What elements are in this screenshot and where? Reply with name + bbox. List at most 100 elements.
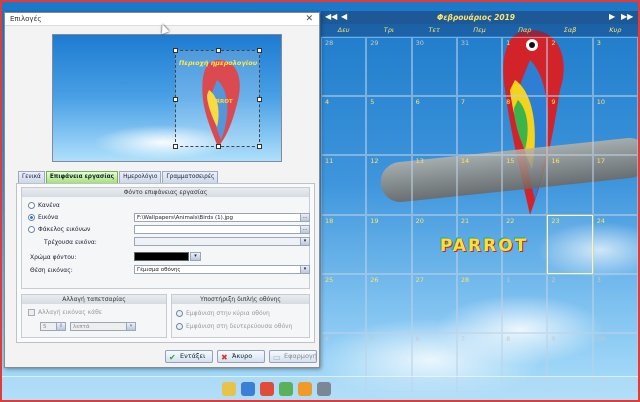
resize-handle[interactable] [173,144,178,149]
calendar-day-cell[interactable]: 28 [456,273,503,333]
calendar-day-cell[interactable]: 29 [366,37,412,97]
resize-handle[interactable] [216,48,221,53]
calendar-day-cell[interactable]: 7 [456,96,503,156]
calendar-day-cell[interactable]: 14 [456,155,503,215]
tab-calendar[interactable]: Ημερολόγιο [119,171,162,183]
bg-color-swatch[interactable] [134,252,189,261]
calendar-day-cell[interactable]: 19 [366,214,412,274]
calendar-day-cell-today[interactable]: 23 [547,214,593,274]
calendar-day-number: 10 [596,334,605,343]
calendar-day-cell[interactable]: 26 [366,273,412,333]
current-image-select[interactable]: ▾ [134,237,310,246]
calendar-day-cell[interactable]: 3 [592,37,638,97]
calendar-prev-month-button[interactable]: ◀ [341,12,347,21]
settings-app-icon[interactable] [317,381,331,396]
weekday-label: Τετ [428,26,440,34]
apply-button[interactable]: ▭ Εφαρμογή [269,350,317,363]
weekday-label: Πεμ [473,26,486,34]
browse-image-button[interactable]: … [300,214,309,221]
calendar-day-number: 11 [325,157,334,166]
radio-none[interactable] [28,202,35,209]
calendar-next-month-button[interactable]: ▶ [609,12,615,21]
calendar-day-grid: 28 29 30 31 1 2 3 4 5 6 7 8 9 10 11 12 13 14 15 16 17 18 19 20 2… [321,37,638,392]
calendar-day-cell[interactable]: 27 [411,273,457,333]
calendar-area-selection[interactable]: Περιοχή ημερολογίου PARROT [173,48,262,149]
calendar-day-cell[interactable]: 1 [502,37,548,97]
folder-path-field[interactable]: … [134,225,310,234]
calendar-day-cell[interactable]: 10 [592,96,638,156]
weekday-label: Τρι [383,26,395,34]
radio-secondary-screen[interactable] [176,323,183,330]
stepper-arrows-icon[interactable]: ⇕ [56,323,65,330]
calendar-day-cell[interactable]: 16 [547,155,593,215]
wallpaper-preview: Περιοχή ημερολογίου PARROT [52,34,282,162]
calendar-prev-year-button[interactable]: ◀◀ [325,12,337,21]
calendar-widget: ◀◀ ◀ Φεβρουάριος 2019 ▶ ▶▶ Δευ Τρι Τετ Π… [321,11,638,392]
calendar-day-cell[interactable]: 3 [592,273,638,333]
calendar-day-cell[interactable]: 11 [321,155,367,215]
cancel-button[interactable]: ✖ Άκυρο [217,350,265,363]
chevron-down-icon: ▾ [300,266,309,273]
option-image-label: Εικόνα [38,214,59,221]
calendar-day-number: 19 [370,216,379,225]
calendar-day-cell[interactable]: 24 [592,214,638,274]
radio-folder[interactable] [28,226,35,233]
tab-desktop[interactable]: Επιφάνεια εργασίας [45,171,119,183]
calendar-day-cell[interactable]: 6 [411,96,457,156]
calendar-day-cell[interactable]: 8 [502,96,548,156]
calendar-day-cell[interactable]: 9 [547,96,593,156]
option-none-row[interactable]: Κανένα [28,202,60,209]
calendar-day-cell[interactable]: 4 [321,96,367,156]
calendar-day-cell[interactable]: 28 [321,37,367,97]
cancel-label: Άκυρο [232,352,253,360]
calendar-day-cell[interactable]: 2 [547,37,593,97]
secondary-screen-row[interactable]: Εμφάνιση στη δευτερεύουσα οθόνη [176,323,292,330]
folder-app-icon[interactable] [222,381,236,396]
resize-handle[interactable] [173,97,178,102]
calendar-day-cell[interactable]: 25 [321,273,367,333]
calendar-day-cell[interactable]: 15 [502,155,548,215]
options-dialog: Επιλογές ✕ Περιοχή ημερολογίου PARROT Γε… [4,12,320,368]
resize-handle[interactable] [257,144,262,149]
calendar-day-cell[interactable]: 30 [411,37,457,97]
bg-color-dropdown[interactable]: ▾ [190,252,201,261]
resize-handle[interactable] [216,144,221,149]
media-app-icon[interactable] [260,381,274,396]
resize-handle[interactable] [257,97,262,102]
calendar-area-label: Περιοχή ημερολογίου [178,59,258,67]
close-icon[interactable]: ✕ [305,14,313,24]
tab-general[interactable]: Γενικά [18,171,45,183]
browser-app-icon[interactable] [241,381,255,396]
interval-stepper[interactable]: 5 ⇕ [40,322,66,331]
calendar-day-cell[interactable]: 2 [547,273,593,333]
calendar-day-cell[interactable]: 1 [502,273,548,333]
calendar-day-cell[interactable]: 18 [321,214,367,274]
resize-handle[interactable] [173,48,178,53]
calendar-day-cell[interactable]: 12 [366,155,412,215]
calendar-app-icon[interactable] [298,381,312,396]
calendar-day-cell[interactable]: 17 [592,155,638,215]
change-image-row[interactable]: Αλλαγή εικόνας κάθε [28,309,102,316]
apply-label: Εφαρμογή [284,352,317,360]
option-folder-row[interactable]: Φάκελος εικόνων [28,226,90,233]
bg-color-label: Χρώμα φόντου: [30,254,77,261]
image-path-field[interactable]: F:\Wallpapers\Animals\Birds (1).jpg … [134,213,310,222]
mail-app-icon[interactable] [279,381,293,396]
change-image-checkbox[interactable] [28,309,35,316]
calendar-day-number: 9 [551,334,556,343]
calendar-next-year-button[interactable]: ▶▶ [621,12,633,21]
calendar-day-cell[interactable]: 31 [456,37,503,97]
tab-fonts[interactable]: Γραμματοσειρές [162,171,219,183]
main-screen-row[interactable]: Εμφάνιση στην κύρια οθόνη [176,310,270,317]
calendar-day-cell[interactable]: 5 [366,96,412,156]
radio-main-screen[interactable] [176,310,183,317]
interval-unit-select[interactable]: λεπτά ▾ [70,322,136,331]
option-image-row[interactable]: Εικόνα [28,214,58,221]
ok-button[interactable]: ✔ Εντάξει [165,350,213,363]
calendar-day-cell[interactable]: 13 [411,155,457,215]
resize-handle[interactable] [257,48,262,53]
browse-folder-button[interactable]: … [300,226,309,233]
radio-image[interactable] [28,214,35,221]
image-position-select[interactable]: Γέμισμα οθόνης ▾ [134,265,310,274]
calendar-day-number: 22 [506,216,515,225]
